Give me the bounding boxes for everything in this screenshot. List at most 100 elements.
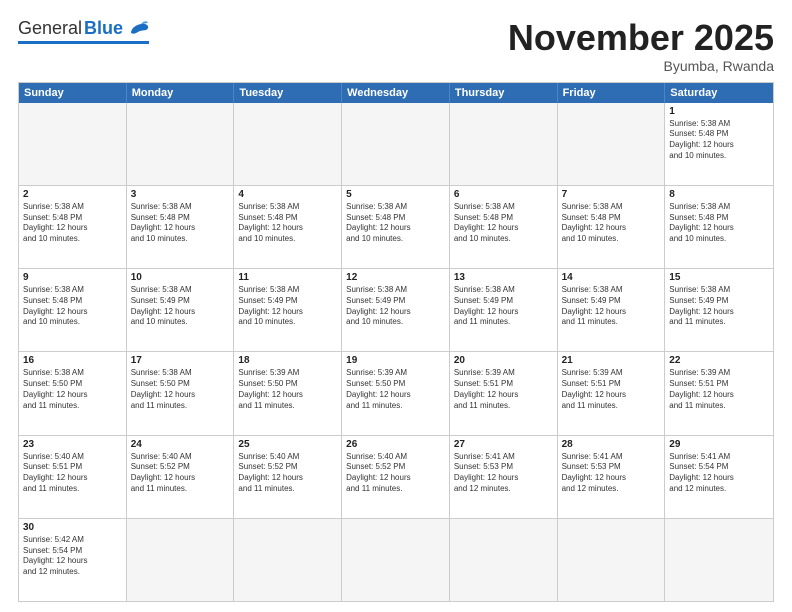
weekday-header: Tuesday: [234, 83, 342, 103]
weekday-header: Sunday: [19, 83, 127, 103]
cell-sun-info: Sunrise: 5:38 AMSunset: 5:48 PMDaylight:…: [238, 202, 337, 245]
cell-sun-info: Sunrise: 5:41 AMSunset: 5:53 PMDaylight:…: [562, 452, 661, 495]
cell-sun-info: Sunrise: 5:38 AMSunset: 5:48 PMDaylight:…: [346, 202, 445, 245]
cell-sun-info: Sunrise: 5:38 AMSunset: 5:48 PMDaylight:…: [669, 202, 769, 245]
day-number: 25: [238, 439, 337, 450]
cell-sun-info: Sunrise: 5:38 AMSunset: 5:48 PMDaylight:…: [23, 202, 122, 245]
calendar-cell: 28Sunrise: 5:41 AMSunset: 5:53 PMDayligh…: [558, 436, 666, 518]
day-number: 13: [454, 272, 553, 283]
weekday-header: Friday: [558, 83, 666, 103]
logo: General Blue: [18, 18, 149, 39]
calendar-cell: 6 Sunrise: 5:38 AMSunset: 5:48 PMDaylight…: [450, 186, 558, 268]
weekday-header: Wednesday: [342, 83, 450, 103]
cell-sun-info: Sunrise: 5:38 AMSunset: 5:48 PMDaylight:…: [454, 202, 553, 245]
calendar-cell: 7Sunrise: 5:38 AMSunset: 5:48 PMDaylight…: [558, 186, 666, 268]
day-number: 29: [669, 439, 769, 450]
day-number: 20: [454, 355, 553, 366]
calendar-cell: [342, 519, 450, 601]
calendar-cell: 13 Sunrise: 5:38 AMSunset: 5:49 PMDayligh…: [450, 269, 558, 351]
calendar-week-row: 23 Sunrise: 5:40 AMSunset: 5:51 PMDayligh…: [19, 435, 773, 518]
cell-sun-info: Sunrise: 5:40 AMSunset: 5:51 PMDaylight:…: [23, 452, 122, 495]
calendar-week-row: 1Sunrise: 5:38 AMSunset: 5:48 PMDaylight…: [19, 103, 773, 185]
day-number: 7: [562, 189, 661, 200]
day-number: 8: [669, 189, 769, 200]
day-number: 18: [238, 355, 337, 366]
day-number: 21: [562, 355, 661, 366]
calendar-cell: [450, 519, 558, 601]
day-number: 19: [346, 355, 445, 366]
calendar-cell: 4 Sunrise: 5:38 AMSunset: 5:48 PMDaylight…: [234, 186, 342, 268]
cell-sun-info: Sunrise: 5:38 AMSunset: 5:48 PMDaylight:…: [131, 202, 230, 245]
calendar-cell: 9 Sunrise: 5:38 AMSunset: 5:48 PMDaylight…: [19, 269, 127, 351]
cell-sun-info: Sunrise: 5:38 AMSunset: 5:48 PMDaylight:…: [23, 285, 122, 328]
cell-sun-info: Sunrise: 5:39 AMSunset: 5:51 PMDaylight:…: [454, 368, 553, 411]
weekday-header: Thursday: [450, 83, 558, 103]
calendar-cell: [450, 103, 558, 185]
day-number: 6: [454, 189, 553, 200]
page: General Blue November 2025 Byumba, Rwand…: [0, 0, 792, 612]
cell-sun-info: Sunrise: 5:39 AMSunset: 5:50 PMDaylight:…: [346, 368, 445, 411]
cell-sun-info: Sunrise: 5:38 AMSunset: 5:49 PMDaylight:…: [454, 285, 553, 328]
calendar-cell: 12 Sunrise: 5:38 AMSunset: 5:49 PMDayligh…: [342, 269, 450, 351]
cell-sun-info: Sunrise: 5:40 AMSunset: 5:52 PMDaylight:…: [238, 452, 337, 495]
day-number: 24: [131, 439, 230, 450]
logo-underline: [18, 41, 149, 44]
calendar-cell: 29Sunrise: 5:41 AMSunset: 5:54 PMDayligh…: [665, 436, 773, 518]
cell-sun-info: Sunrise: 5:38 AMSunset: 5:49 PMDaylight:…: [346, 285, 445, 328]
cell-sun-info: Sunrise: 5:38 AMSunset: 5:49 PMDaylight:…: [131, 285, 230, 328]
logo-bird-icon: [127, 19, 149, 39]
weekday-header: Saturday: [665, 83, 773, 103]
calendar-cell: 20 Sunrise: 5:39 AMSunset: 5:51 PMDayligh…: [450, 352, 558, 434]
calendar-cell: 19 Sunrise: 5:39 AMSunset: 5:50 PMDayligh…: [342, 352, 450, 434]
calendar-cell: 3 Sunrise: 5:38 AMSunset: 5:48 PMDaylight…: [127, 186, 235, 268]
cell-sun-info: Sunrise: 5:40 AMSunset: 5:52 PMDaylight:…: [346, 452, 445, 495]
calendar-cell: [342, 103, 450, 185]
calendar-week-row: 30Sunrise: 5:42 AMSunset: 5:54 PMDayligh…: [19, 518, 773, 601]
calendar-cell: [127, 519, 235, 601]
day-number: 1: [669, 106, 769, 117]
day-number: 4: [238, 189, 337, 200]
calendar-cell: 10Sunrise: 5:38 AMSunset: 5:49 PMDayligh…: [127, 269, 235, 351]
cell-sun-info: Sunrise: 5:39 AMSunset: 5:51 PMDaylight:…: [562, 368, 661, 411]
day-number: 3: [131, 189, 230, 200]
calendar-cell: 23 Sunrise: 5:40 AMSunset: 5:51 PMDayligh…: [19, 436, 127, 518]
calendar-cell: [234, 519, 342, 601]
day-number: 15: [669, 272, 769, 283]
calendar-cell: 22 Sunrise: 5:39 AMSunset: 5:51 PMDayligh…: [665, 352, 773, 434]
calendar-week-row: 2Sunrise: 5:38 AMSunset: 5:48 PMDaylight…: [19, 185, 773, 268]
day-number: 22: [669, 355, 769, 366]
calendar-cell: 26Sunrise: 5:40 AMSunset: 5:52 PMDayligh…: [342, 436, 450, 518]
calendar-cell: 5Sunrise: 5:38 AMSunset: 5:48 PMDaylight…: [342, 186, 450, 268]
calendar-body: 1 Sunrise: 5:38 AMSunset: 5:48 PMDaylight…: [19, 103, 773, 601]
calendar-header: SundayMondayTuesdayWednesdayThursdayFrid…: [19, 83, 773, 103]
calendar-cell: 8 Sunrise: 5:38 AMSunset: 5:48 PMDaylight…: [665, 186, 773, 268]
calendar-cell: 18 Sunrise: 5:39 AMSunset: 5:50 PMDayligh…: [234, 352, 342, 434]
day-number: 9: [23, 272, 122, 283]
logo-general: General: [18, 18, 82, 39]
calendar-cell: [127, 103, 235, 185]
calendar: SundayMondayTuesdayWednesdayThursdayFrid…: [18, 82, 774, 602]
calendar-cell: 1Sunrise: 5:38 AMSunset: 5:48 PMDaylight…: [665, 103, 773, 185]
cell-sun-info: Sunrise: 5:42 AMSunset: 5:54 PMDaylight:…: [23, 535, 122, 578]
cell-sun-info: Sunrise: 5:38 AMSunset: 5:49 PMDaylight:…: [562, 285, 661, 328]
day-number: 23: [23, 439, 122, 450]
calendar-cell: [234, 103, 342, 185]
day-number: 14: [562, 272, 661, 283]
month-title: November 2025: [508, 18, 774, 58]
logo-blue: Blue: [84, 18, 123, 39]
cell-sun-info: Sunrise: 5:38 AMSunset: 5:49 PMDaylight:…: [669, 285, 769, 328]
cell-sun-info: Sunrise: 5:38 AMSunset: 5:50 PMDaylight:…: [23, 368, 122, 411]
cell-sun-info: Sunrise: 5:40 AMSunset: 5:52 PMDaylight:…: [131, 452, 230, 495]
cell-sun-info: Sunrise: 5:39 AMSunset: 5:50 PMDaylight:…: [238, 368, 337, 411]
calendar-cell: [558, 519, 666, 601]
logo-area: General Blue: [18, 18, 149, 44]
day-number: 17: [131, 355, 230, 366]
day-number: 12: [346, 272, 445, 283]
cell-sun-info: Sunrise: 5:41 AMSunset: 5:53 PMDaylight:…: [454, 452, 553, 495]
header: General Blue November 2025 Byumba, Rwand…: [18, 18, 774, 74]
cell-sun-info: Sunrise: 5:38 AMSunset: 5:50 PMDaylight:…: [131, 368, 230, 411]
cell-sun-info: Sunrise: 5:39 AMSunset: 5:51 PMDaylight:…: [669, 368, 769, 411]
cell-sun-info: Sunrise: 5:38 AMSunset: 5:49 PMDaylight:…: [238, 285, 337, 328]
calendar-cell: 30Sunrise: 5:42 AMSunset: 5:54 PMDayligh…: [19, 519, 127, 601]
day-number: 27: [454, 439, 553, 450]
